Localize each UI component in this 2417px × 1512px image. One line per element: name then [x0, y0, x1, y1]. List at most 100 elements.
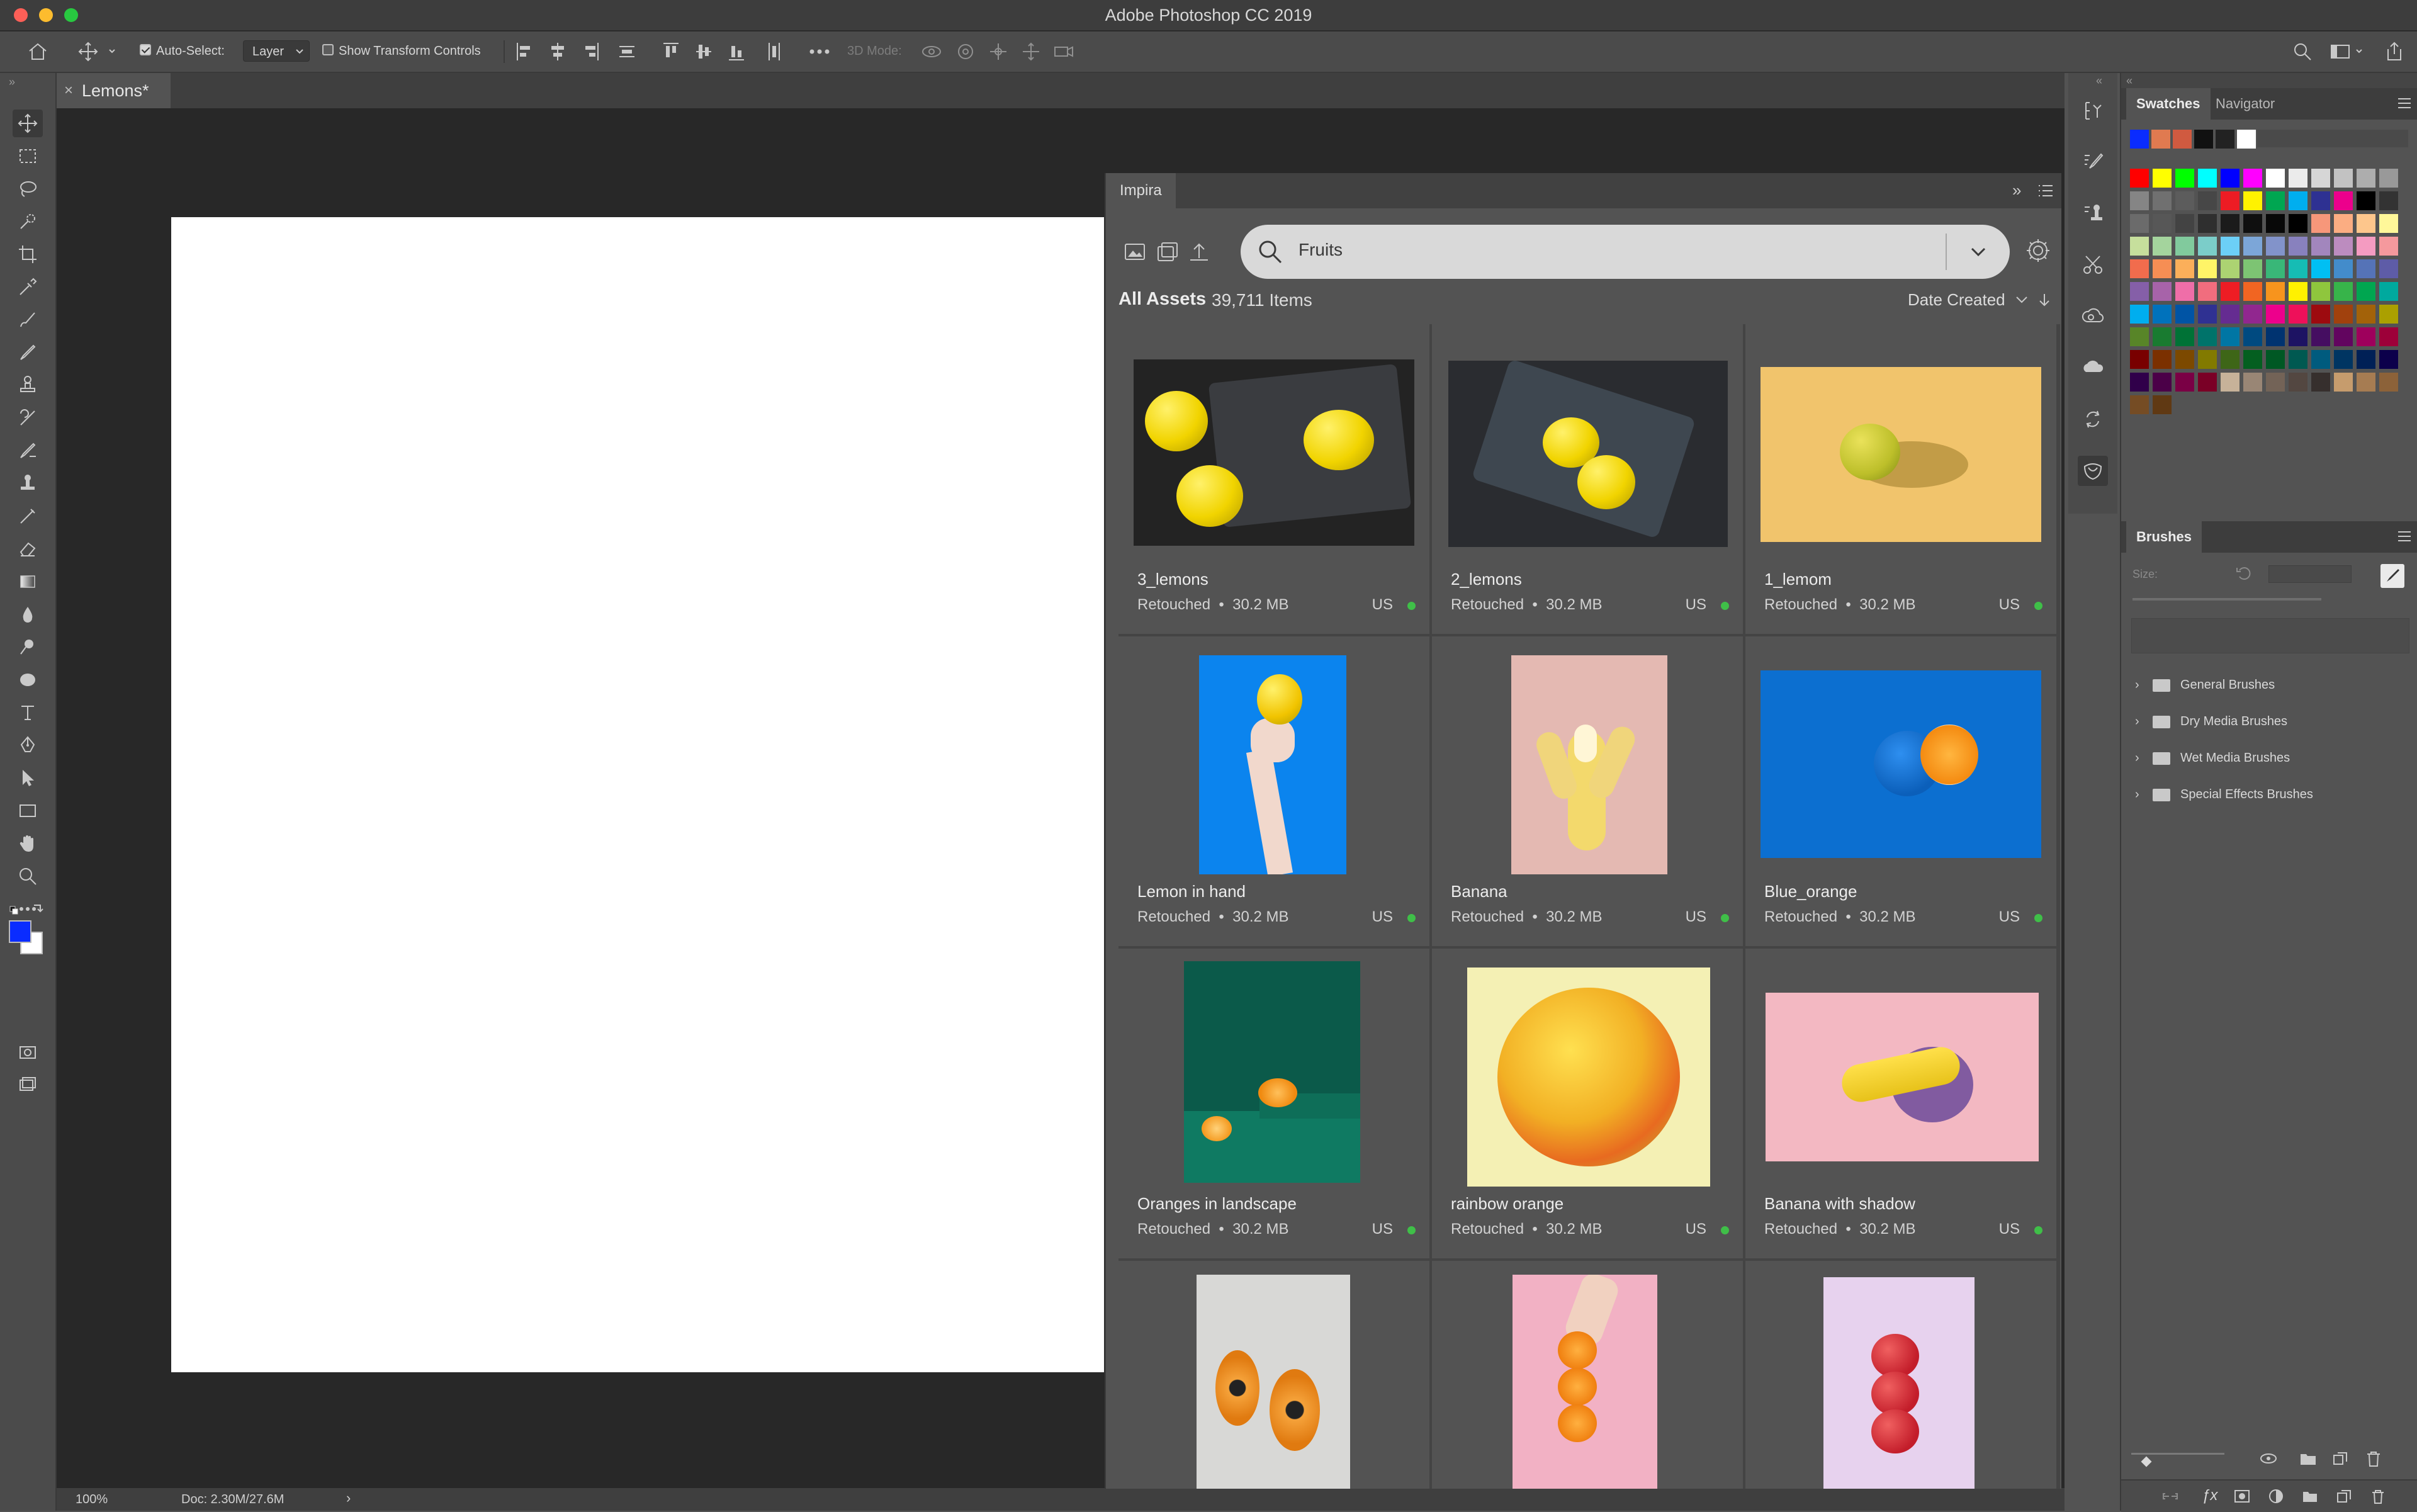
- color-swatch[interactable]: [2243, 373, 2262, 392]
- color-swatch[interactable]: [2311, 259, 2330, 278]
- 3d-scale-button[interactable]: [1051, 40, 1076, 63]
- color-swatch[interactable]: [2221, 214, 2240, 233]
- brush-folder-item[interactable]: › Wet Media Brushes: [2131, 744, 2408, 772]
- collapse-toolbar-icon[interactable]: »: [9, 76, 15, 89]
- tool-presets-button[interactable]: [2078, 249, 2108, 279]
- asset-card[interactable]: Oranges in landscape Retouched • 30.2 MB…: [1118, 949, 1429, 1258]
- color-swatch[interactable]: [2311, 191, 2330, 210]
- stamp-tool[interactable]: [13, 470, 43, 497]
- color-swatch[interactable]: [2130, 191, 2149, 210]
- color-swatch[interactable]: [2289, 373, 2307, 392]
- recent-swatch[interactable]: [2194, 130, 2213, 149]
- color-swatch[interactable]: [2266, 305, 2285, 324]
- sort-chevron-icon[interactable]: [2015, 295, 2029, 305]
- color-swatch[interactable]: [2198, 350, 2217, 369]
- reset-icon[interactable]: [2234, 564, 2253, 583]
- color-swatch[interactable]: [2357, 214, 2375, 233]
- delete-brush-button[interactable]: [2364, 1449, 2383, 1468]
- color-swatch[interactable]: [2357, 237, 2375, 256]
- recent-swatch[interactable]: [2237, 130, 2256, 149]
- color-swatch[interactable]: [2311, 282, 2330, 301]
- close-document-icon[interactable]: ×: [64, 73, 73, 108]
- 3d-roll-button[interactable]: [953, 40, 978, 63]
- blur-tool[interactable]: [13, 601, 43, 628]
- color-swatch[interactable]: [2153, 395, 2172, 414]
- new-layer-icon[interactable]: [2335, 1488, 2353, 1504]
- recent-swatch[interactable]: [2151, 130, 2170, 149]
- share-button[interactable]: [2383, 40, 2406, 63]
- align-center-h-button[interactable]: [548, 40, 568, 63]
- distribute-button[interactable]: [617, 40, 637, 63]
- color-swatch[interactable]: [2357, 305, 2375, 324]
- color-swatch[interactable]: [2175, 373, 2194, 392]
- chevron-right-icon[interactable]: ›: [2135, 671, 2139, 699]
- color-swatch[interactable]: [2198, 237, 2217, 256]
- color-swatch[interactable]: [2221, 327, 2240, 346]
- color-swatch[interactable]: [2243, 191, 2262, 210]
- color-swatch[interactable]: [2130, 395, 2149, 414]
- color-swatch[interactable]: [2334, 237, 2353, 256]
- eraser-tool[interactable]: [13, 535, 43, 563]
- color-swatch[interactable]: [2289, 305, 2307, 324]
- color-swatch[interactable]: [2153, 191, 2172, 210]
- color-swatch[interactable]: [2266, 327, 2285, 346]
- upload-button[interactable]: [1188, 241, 1210, 262]
- new-brush-button[interactable]: [2380, 564, 2404, 588]
- color-swatch[interactable]: [2379, 259, 2398, 278]
- dodge-tool[interactable]: [13, 633, 43, 661]
- color-swatch[interactable]: [2289, 169, 2307, 188]
- color-swatch[interactable]: [2266, 191, 2285, 210]
- sponge-tool[interactable]: [13, 666, 43, 694]
- color-swatch[interactable]: [2379, 327, 2398, 346]
- asset-thumbnail[interactable]: [1118, 324, 1429, 557]
- color-swatch[interactable]: [2221, 169, 2240, 188]
- tab-navigator[interactable]: Navigator: [2206, 88, 2285, 120]
- recent-swatch[interactable]: [2130, 130, 2149, 149]
- color-swatch[interactable]: [2243, 259, 2262, 278]
- document-canvas[interactable]: [171, 217, 1104, 1372]
- tab-swatches[interactable]: Swatches: [2126, 88, 2211, 120]
- color-swatch[interactable]: [2198, 259, 2217, 278]
- tab-brushes[interactable]: Brushes: [2126, 521, 2202, 553]
- color-swatch[interactable]: [2221, 282, 2240, 301]
- 3d-orbit-button[interactable]: [919, 40, 944, 63]
- color-swatch[interactable]: [2357, 373, 2375, 392]
- color-swatch[interactable]: [2266, 282, 2285, 301]
- adjustments-button[interactable]: [2078, 353, 2108, 383]
- move-tool-preset-button[interactable]: [77, 40, 117, 63]
- brush-search-field[interactable]: [2131, 618, 2409, 653]
- color-swatch[interactable]: [2379, 237, 2398, 256]
- color-swatch[interactable]: [2379, 350, 2398, 369]
- search-button[interactable]: [2291, 40, 2314, 63]
- asset-card[interactable]: 2_lemons Retouched • 30.2 MB US: [1432, 324, 1743, 634]
- color-swatch[interactable]: [2198, 373, 2217, 392]
- color-swatch[interactable]: [2198, 214, 2217, 233]
- brush-settings-button[interactable]: [2078, 146, 2108, 176]
- color-swatch[interactable]: [2243, 169, 2262, 188]
- color-swatch[interactable]: [2175, 237, 2194, 256]
- foreground-color-swatch[interactable]: [9, 920, 31, 943]
- image-view-button[interactable]: [1124, 241, 1146, 262]
- rectangle-tool[interactable]: [13, 797, 43, 825]
- history-panel-button[interactable]: [2078, 96, 2108, 126]
- quick-selection-tool[interactable]: [13, 208, 43, 235]
- color-swatch[interactable]: [2130, 169, 2149, 188]
- asset-thumbnail[interactable]: [1745, 949, 2056, 1182]
- color-swatch[interactable]: [2243, 237, 2262, 256]
- asset-card[interactable]: [1432, 1261, 1743, 1489]
- collapse-panel-icon[interactable]: »: [2012, 181, 2021, 200]
- color-swatch[interactable]: [2130, 305, 2149, 324]
- color-swatch[interactable]: [2243, 327, 2262, 346]
- mixer-brush-tool[interactable]: [13, 437, 43, 465]
- recent-swatch[interactable]: [2173, 130, 2192, 149]
- asset-thumbnail[interactable]: [1745, 324, 2056, 557]
- color-swatch[interactable]: [2198, 327, 2217, 346]
- color-swatch[interactable]: [2198, 305, 2217, 324]
- color-swatch[interactable]: [2153, 305, 2172, 324]
- chevron-right-icon[interactable]: ›: [2135, 744, 2139, 772]
- color-swatch[interactable]: [2311, 350, 2330, 369]
- expand-strip-icon[interactable]: «: [2096, 74, 2102, 87]
- clone-stamp-tool[interactable]: [13, 371, 43, 399]
- color-swatch[interactable]: [2379, 214, 2398, 233]
- asset-thumbnail[interactable]: [1432, 949, 1743, 1187]
